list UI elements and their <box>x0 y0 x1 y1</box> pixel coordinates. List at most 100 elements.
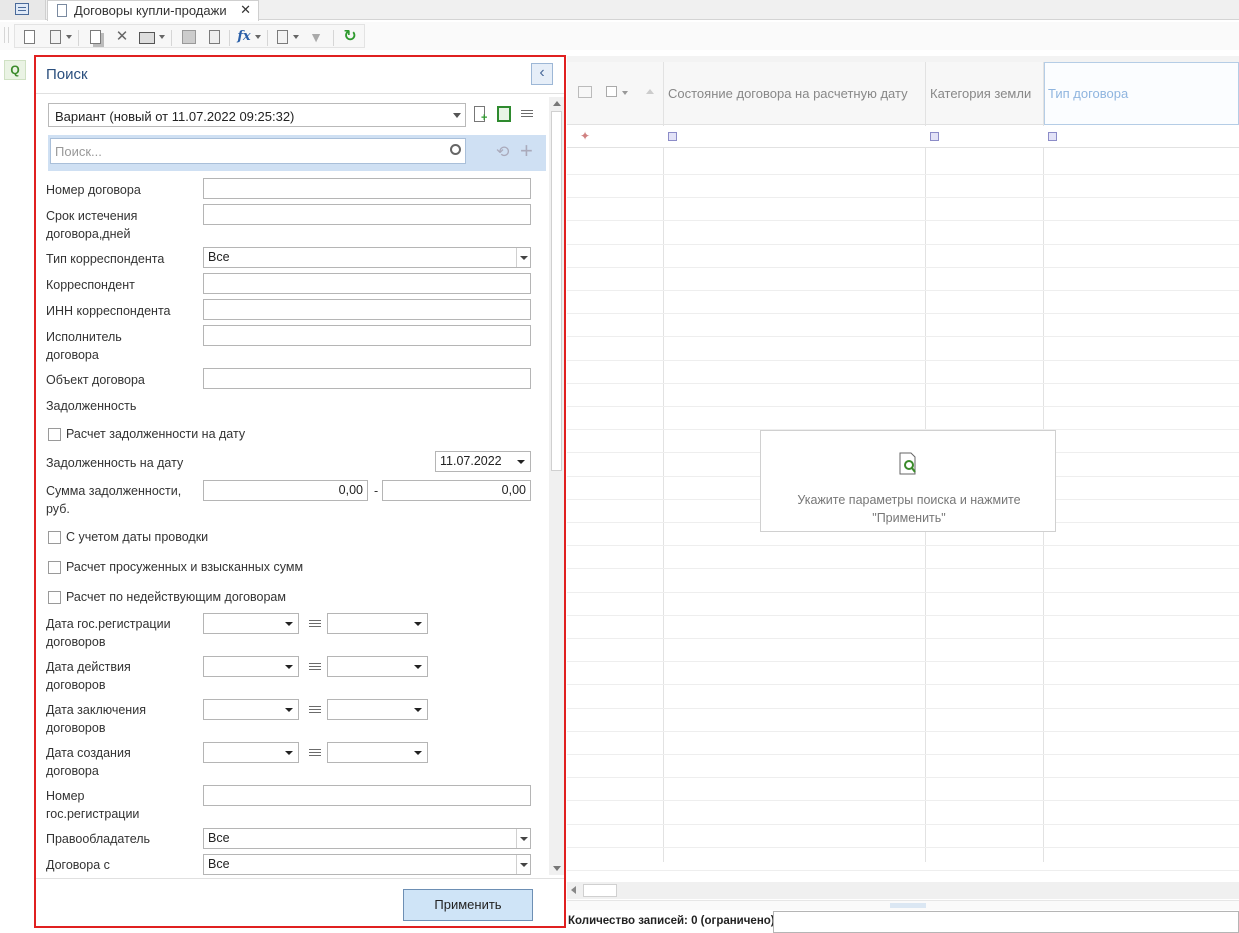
add-variant-icon[interactable]: + <box>474 106 487 124</box>
executor-label-line2: договора <box>46 348 99 362</box>
filter-mark-icon[interactable] <box>1048 132 1057 141</box>
action-date-from-picker[interactable] <box>203 656 299 677</box>
search-panel: Поиск ‹ Вариант (новый от 11.07.2022 09:… <box>34 55 566 928</box>
grid-row-line <box>567 313 1239 314</box>
formula-icon[interactable]: fx <box>237 30 251 44</box>
close-tab-icon[interactable]: ✕ <box>240 2 251 18</box>
reg-date-from-picker[interactable] <box>203 613 299 634</box>
action-date-to-picker[interactable] <box>327 656 428 677</box>
variant-value: Вариант (новый от 11.07.2022 09:25:32) <box>55 109 295 124</box>
edit-icon[interactable] <box>50 30 61 44</box>
horizontal-scrollbar[interactable] <box>567 882 1239 899</box>
debt-sum-label-line2: руб. <box>46 502 70 516</box>
select-all-checkbox[interactable] <box>606 86 617 97</box>
period-icon[interactable] <box>309 662 321 672</box>
search-input[interactable]: Поиск... <box>50 138 466 164</box>
debt-sum-to-input[interactable]: 0,00 <box>382 480 531 501</box>
executor-input[interactable] <box>203 325 531 346</box>
creation-date-to-picker[interactable] <box>327 742 428 763</box>
edit-dropdown-icon[interactable] <box>66 35 72 39</box>
copy-icon[interactable] <box>90 30 101 44</box>
tab-contracts[interactable]: Договоры купли-продажи ✕ <box>47 0 259 21</box>
inn-input[interactable] <box>203 299 531 320</box>
formula-dropdown-icon[interactable] <box>255 35 261 39</box>
filter-icon[interactable]: ▼ <box>309 30 323 44</box>
creation-date-label-line2: договора <box>46 764 99 778</box>
period-icon[interactable] <box>309 619 321 629</box>
scroll-thumb[interactable] <box>583 884 617 897</box>
reg-number-label-line2: гос.регистрации <box>46 807 140 821</box>
action-date-label-line2: договоров <box>46 678 106 692</box>
reg-date-to-picker[interactable] <box>327 613 428 634</box>
print-icon[interactable] <box>139 32 155 44</box>
collapse-panel-button[interactable]: ‹ <box>531 63 553 85</box>
pin-icon[interactable]: ✦ <box>580 129 590 143</box>
overdue-checkbox[interactable] <box>48 561 61 574</box>
document-icon[interactable] <box>277 30 288 44</box>
column-header-contract-type[interactable]: Тип договора <box>1048 86 1128 101</box>
scroll-down-icon[interactable] <box>553 866 561 871</box>
column-header-status[interactable]: Состояние договора на расчетную дату <box>668 86 908 101</box>
reset-icon[interactable]: ⟲ <box>496 142 509 162</box>
period-icon[interactable] <box>309 705 321 715</box>
empty-state-hint: Укажите параметры поиска и нажмите "Прим… <box>760 430 1056 532</box>
posting-date-checkbox[interactable] <box>48 531 61 544</box>
filter-mark-icon[interactable] <box>668 132 677 141</box>
conclusion-date-from-picker[interactable] <box>203 699 299 720</box>
panel-scrollbar[interactable] <box>549 97 564 875</box>
print-dropdown-icon[interactable] <box>159 35 165 39</box>
period-icon[interactable] <box>309 748 321 758</box>
correspondent-label: Корреспондент <box>46 278 135 292</box>
tab-home[interactable] <box>0 0 46 20</box>
right-holder-select[interactable]: Все <box>203 828 531 849</box>
document-dropdown-icon[interactable] <box>293 35 299 39</box>
chevron-down-icon[interactable] <box>622 91 628 95</box>
scroll-up-icon[interactable] <box>553 101 561 106</box>
search-panel-toggle-icon[interactable]: Q <box>4 60 26 80</box>
creation-date-from-picker[interactable] <box>203 742 299 763</box>
expiry-days-input[interactable] <box>203 204 531 225</box>
variant-select[interactable]: Вариант (новый от 11.07.2022 09:25:32) <box>48 103 466 127</box>
refresh-icon[interactable]: ↻ <box>343 29 357 45</box>
column-header-land-category[interactable]: Категория земли <box>930 86 1031 101</box>
apply-button[interactable]: Применить <box>403 889 533 921</box>
new-icon[interactable] <box>24 30 35 44</box>
splitter-handle[interactable] <box>890 903 926 908</box>
sort-icon[interactable] <box>646 89 654 94</box>
inactive-checkbox[interactable] <box>48 591 61 604</box>
tab-title: Договоры купли-продажи <box>74 3 227 18</box>
delete-icon[interactable]: ✕ <box>115 29 129 44</box>
chevron-down-icon <box>516 829 530 848</box>
reg-number-input[interactable] <box>203 785 531 806</box>
toolbar-separator <box>267 30 268 46</box>
conclusion-date-to-picker[interactable] <box>327 699 428 720</box>
debt-on-date-checkbox[interactable] <box>48 428 61 441</box>
correspondent-input[interactable] <box>203 273 531 294</box>
splitter[interactable] <box>567 900 1239 910</box>
debt-sum-from-input[interactable]: 0,00 <box>203 480 368 501</box>
variant-list-icon[interactable] <box>521 109 533 119</box>
toolbar-separator <box>229 30 230 46</box>
clone-icon[interactable] <box>182 30 196 44</box>
inn-label: ИНН корреспондента <box>46 304 171 318</box>
filter-mark-icon[interactable] <box>930 132 939 141</box>
search-icon[interactable] <box>450 144 461 155</box>
grid-row-line <box>567 568 1239 569</box>
contract-number-input[interactable] <box>203 178 531 199</box>
object-input[interactable] <box>203 368 531 389</box>
debt-on-date-picker[interactable]: 11.07.2022 <box>435 451 531 472</box>
toolbar-separator <box>171 30 172 46</box>
scroll-left-icon[interactable] <box>571 886 576 894</box>
reg-date-label-line2: договоров <box>46 635 106 649</box>
grid-row-line <box>567 777 1239 778</box>
scroll-thumb[interactable] <box>551 111 562 471</box>
approve-icon[interactable] <box>209 30 220 44</box>
add-condition-icon[interactable]: + <box>520 138 533 164</box>
grid-layout-icon[interactable] <box>578 86 592 98</box>
grid-row-line <box>567 267 1239 268</box>
grid-row-line <box>567 754 1239 755</box>
contracts-with-select[interactable]: Все <box>203 854 531 875</box>
correspondent-type-select[interactable]: Все <box>203 247 531 268</box>
grid-row-line <box>567 708 1239 709</box>
save-variant-icon[interactable] <box>497 106 511 122</box>
